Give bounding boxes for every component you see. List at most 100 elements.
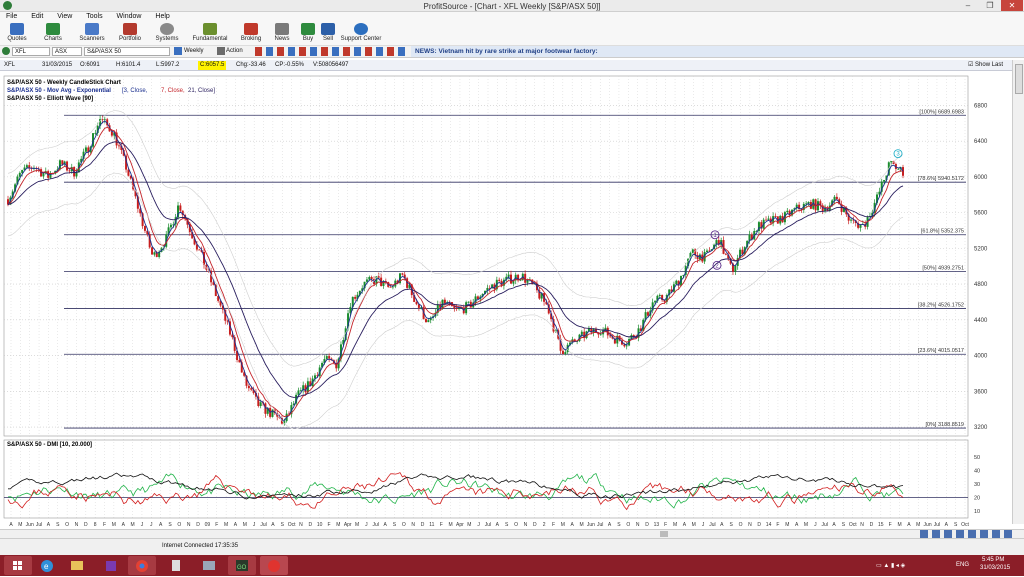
adx-line: [7, 472, 904, 500]
clock-time[interactable]: 5:45 PM: [982, 557, 1004, 563]
symbol-icon: [2, 47, 10, 55]
menu-view[interactable]: View: [51, 12, 78, 20]
candle-body: [389, 286, 392, 288]
time-tick-label: A: [907, 522, 911, 528]
windows-taskbar: e GO ▭ ▲ ▮ ◂ ◈ ENG 5:45 PM 31/03/2015: [0, 555, 1024, 576]
horizontal-scrollbar[interactable]: [0, 529, 1024, 538]
time-tick-label: N: [748, 522, 752, 528]
candle-body: [859, 224, 862, 228]
candle-body: [153, 252, 156, 255]
candle-body: [18, 172, 21, 177]
toolbar-portfolio[interactable]: Portfolio: [114, 23, 146, 42]
candle-body: [354, 296, 357, 299]
time-tick-label: J: [702, 522, 705, 528]
candle-body: [599, 334, 602, 336]
action-menu[interactable]: Action: [226, 48, 243, 54]
time-tick-label: D: [196, 522, 200, 528]
exchange-select[interactable]: ASX: [52, 47, 82, 56]
toolbar-support-center[interactable]: Support Center: [340, 23, 382, 42]
toolbar-charts[interactable]: Charts: [40, 23, 66, 42]
time-tick-label: M: [243, 522, 247, 528]
menu-window[interactable]: Window: [111, 12, 148, 20]
candle-body: [61, 160, 64, 165]
news-ticker[interactable]: NEWS: Vietnam hit by rare strike at majo…: [411, 46, 1024, 57]
chart-tools-strip[interactable]: [255, 47, 405, 56]
tray-icons[interactable]: ▭ ▲ ▮ ◂ ◈: [876, 562, 905, 569]
mov-avg-title: S&P/ASX 50 - Mov Avg - Exponential: [7, 88, 111, 94]
start-button[interactable]: [4, 556, 32, 575]
candles: [7, 115, 904, 426]
maximize-button[interactable]: ❐: [979, 0, 1001, 11]
chrome-icon[interactable]: [128, 556, 156, 575]
zoom-controls[interactable]: [920, 530, 1016, 538]
fibonacci-levels: [100%] 6689.6983 [78.6%] 5940.5172 [61.8%]…: [64, 109, 966, 429]
time-tick-label: S: [954, 522, 958, 528]
candle-body: [328, 356, 331, 359]
time-tick-label: Oct: [961, 522, 969, 528]
candle-body: [564, 352, 567, 355]
document-icon[interactable]: [162, 556, 190, 575]
close-button[interactable]: ✕: [1001, 0, 1023, 11]
toolbar-fundamental[interactable]: Fundamental: [190, 23, 230, 42]
toolbar-broking[interactable]: Broking: [238, 23, 264, 42]
systems-icon: [160, 23, 174, 35]
toolbar-quotes[interactable]: Quotes: [4, 23, 30, 42]
scroll-thumb[interactable]: [1015, 64, 1023, 94]
menu-edit[interactable]: Edit: [25, 12, 49, 20]
app-go-icon[interactable]: GO: [228, 556, 256, 575]
candle-body: [42, 173, 45, 177]
menu-help[interactable]: Help: [149, 12, 175, 20]
time-tick-label: F: [889, 522, 892, 528]
toolbar-sell[interactable]: Sell: [318, 23, 338, 42]
ie-icon[interactable]: e: [33, 556, 61, 575]
mov-avg-param-7: 7, Close,: [161, 88, 185, 94]
toolbar-news[interactable]: News: [270, 23, 294, 42]
show-last-checkbox[interactable]: ☑ Show Last: [968, 60, 1003, 71]
time-tick-label: N: [187, 522, 191, 528]
chart-area[interactable]: [100%] 6689.6983 [78.6%] 5940.5172 [61.8%]…: [0, 72, 1012, 528]
period-select[interactable]: Weekly: [184, 48, 204, 54]
profitsource-icon[interactable]: [260, 556, 288, 575]
svg-text:GO: GO: [237, 565, 247, 571]
price-axis: 3200 3600 4000 4400 4800 5200 5600 6000 6400 6800: [974, 103, 988, 431]
toolbar-buy[interactable]: Buy: [298, 23, 318, 42]
fib-label: [23.6%] 4015.0517: [918, 348, 964, 354]
time-tick-label: S: [842, 522, 846, 528]
mov-avg-param-3: [3, Close,: [122, 88, 148, 94]
vertical-scrollbar[interactable]: [1012, 60, 1024, 524]
price-panel-border: [3, 75, 969, 437]
price-tick-label: 5600: [974, 211, 988, 217]
candle-body: [247, 385, 250, 389]
quote-change-pct: CP:-0.55%: [275, 62, 305, 68]
symbol-input[interactable]: XFL: [12, 47, 50, 56]
candle-body: [623, 344, 626, 347]
quote-low: L:5997.2: [156, 62, 180, 68]
menu-tools[interactable]: Tools: [80, 12, 108, 20]
window-icon[interactable]: [195, 556, 223, 575]
time-tick-label: D: [757, 522, 761, 528]
time-tick-label: M: [804, 522, 808, 528]
menu-file[interactable]: File: [0, 12, 23, 20]
main-toolbar: Quotes Charts Scanners Portfolio Systems…: [0, 22, 1024, 46]
time-tick-label: N: [299, 522, 303, 528]
language-indicator[interactable]: ENG: [956, 562, 969, 568]
window-title: ProfitSource - [Chart - XFL Weekly [S&P/…: [423, 2, 601, 11]
time-tick-label: A: [945, 522, 949, 528]
candle-body: [467, 301, 470, 303]
toolbar-systems[interactable]: Systems: [152, 23, 182, 42]
store-icon[interactable]: [97, 556, 125, 575]
toolbar-scanners[interactable]: Scanners: [76, 23, 108, 42]
hscroll-thumb[interactable]: [660, 531, 668, 537]
security-name-field[interactable]: S&P/ASX 50: [84, 47, 170, 56]
candle-body: [94, 132, 97, 134]
file-explorer-icon[interactable]: [63, 556, 91, 575]
minimize-button[interactable]: –: [957, 0, 979, 11]
candle-body: [691, 249, 694, 253]
time-tick-label: M: [131, 522, 135, 528]
time-tick-label: A: [234, 522, 238, 528]
time-tick-label: A: [795, 522, 799, 528]
scanners-icon: [85, 23, 99, 35]
clock-date[interactable]: 31/03/2015: [980, 565, 1010, 571]
time-tick-label: M: [692, 522, 696, 528]
candle-body: [198, 249, 201, 251]
